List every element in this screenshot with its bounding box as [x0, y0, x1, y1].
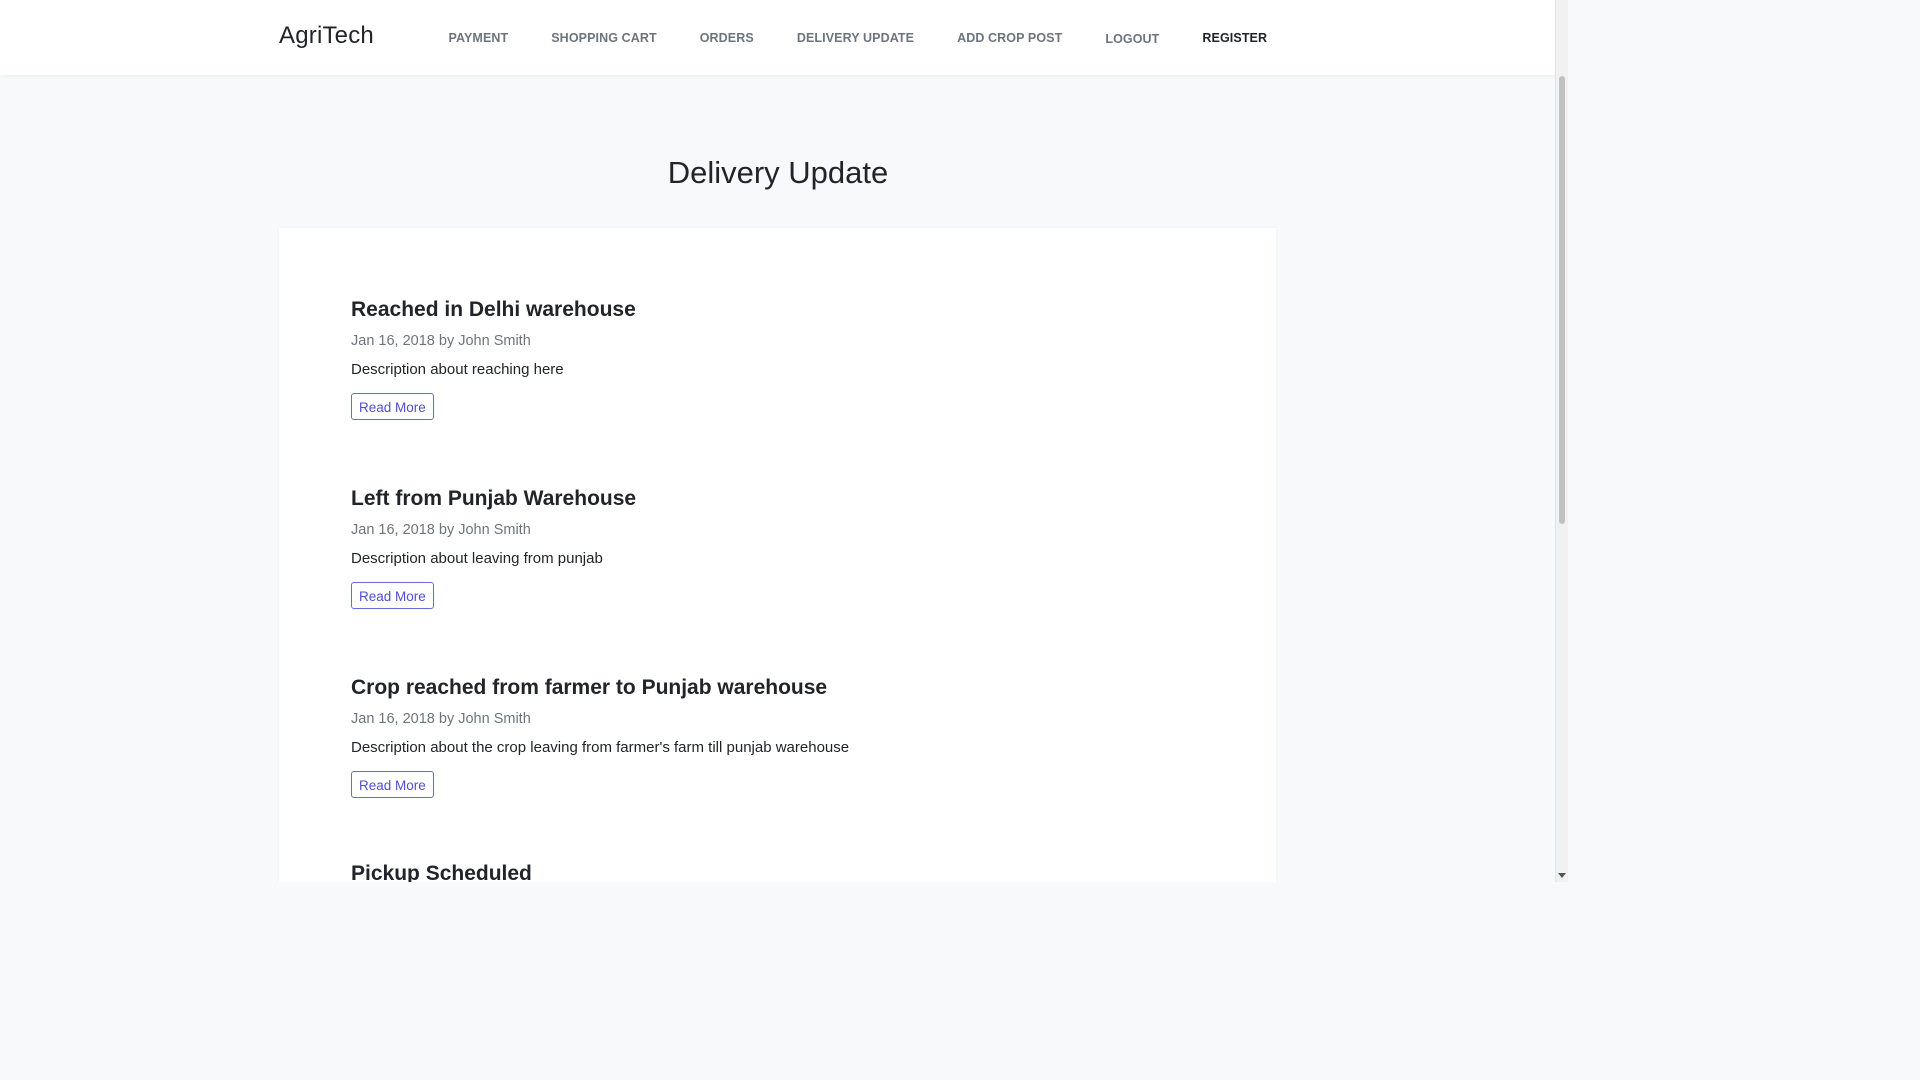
nav-add-crop-post[interactable]: ADD CROP POST: [936, 31, 1084, 45]
post-description: Description about the crop leaving from …: [351, 739, 850, 756]
nav-register[interactable]: REGISTER: [1181, 31, 1289, 45]
post-item: Crop reached from farmer to Punjab wareh…: [351, 676, 849, 798]
brand-logo[interactable]: AgriTech: [279, 22, 374, 50]
post-meta: Jan 16, 2018 by John Smith: [351, 522, 531, 538]
nav-menu: PAYMENT SHOPPING CART ORDERS DELIVERY UP…: [427, 0, 1289, 75]
post-title: Reached in Delhi warehouse: [351, 298, 636, 321]
read-more-button[interactable]: Read More: [351, 582, 434, 609]
post-description: Description about leaving from punjab: [351, 550, 603, 567]
delivery-updates-card: Reached in Delhi warehouse Jan 16, 2018 …: [279, 228, 1276, 882]
nav-shopping-cart[interactable]: SHOPPING CART: [530, 31, 678, 45]
nav-delivery-update[interactable]: DELIVERY UPDATE: [775, 31, 935, 45]
post-title: Left from Punjab Warehouse: [351, 487, 637, 510]
post-title: Crop reached from farmer to Punjab wareh…: [351, 676, 828, 699]
nav-logout[interactable]: LOGOUT: [1084, 32, 1181, 46]
post-title: Pickup Scheduled: [351, 862, 532, 882]
navbar: AgriTech PAYMENT SHOPPING CART ORDERS DE…: [0, 0, 1556, 75]
page-title: Delivery Update: [667, 155, 889, 190]
post-description: Description about reaching here: [351, 361, 564, 378]
scrollbar-thumb[interactable]: [1559, 76, 1565, 524]
read-more-button[interactable]: Read More: [351, 393, 434, 420]
post-item: Reached in Delhi warehouse Jan 16, 2018 …: [351, 298, 636, 420]
nav-orders[interactable]: ORDERS: [678, 31, 775, 45]
page-scrollbar[interactable]: [1555, 0, 1568, 882]
post-item: Left from Punjab Warehouse Jan 16, 2018 …: [351, 487, 636, 609]
page: AgriTech PAYMENT SHOPPING CART ORDERS DE…: [0, 0, 1568, 882]
post-meta: Jan 16, 2018 by John Smith: [351, 333, 531, 349]
post-item: Pickup Scheduled: [351, 862, 532, 882]
nav-payment[interactable]: PAYMENT: [427, 31, 530, 45]
read-more-button[interactable]: Read More: [351, 771, 434, 798]
scroll-down-arrow-icon[interactable]: [1558, 873, 1566, 878]
post-meta: Jan 16, 2018 by John Smith: [351, 711, 531, 727]
